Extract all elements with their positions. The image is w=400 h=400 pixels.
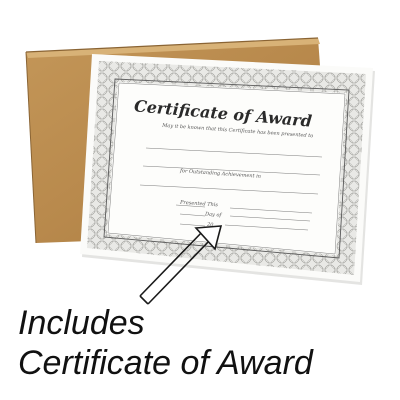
- caption-certificate-of-award: Certificate of Award: [18, 344, 313, 382]
- certificate-day-line: Day of: [204, 211, 222, 219]
- certificate-paper: [80, 54, 375, 285]
- certificate-year-line: 20: [206, 221, 214, 229]
- product-image: Certificate of Award May it be known tha…: [0, 0, 400, 400]
- caption-includes: Includes: [18, 304, 145, 342]
